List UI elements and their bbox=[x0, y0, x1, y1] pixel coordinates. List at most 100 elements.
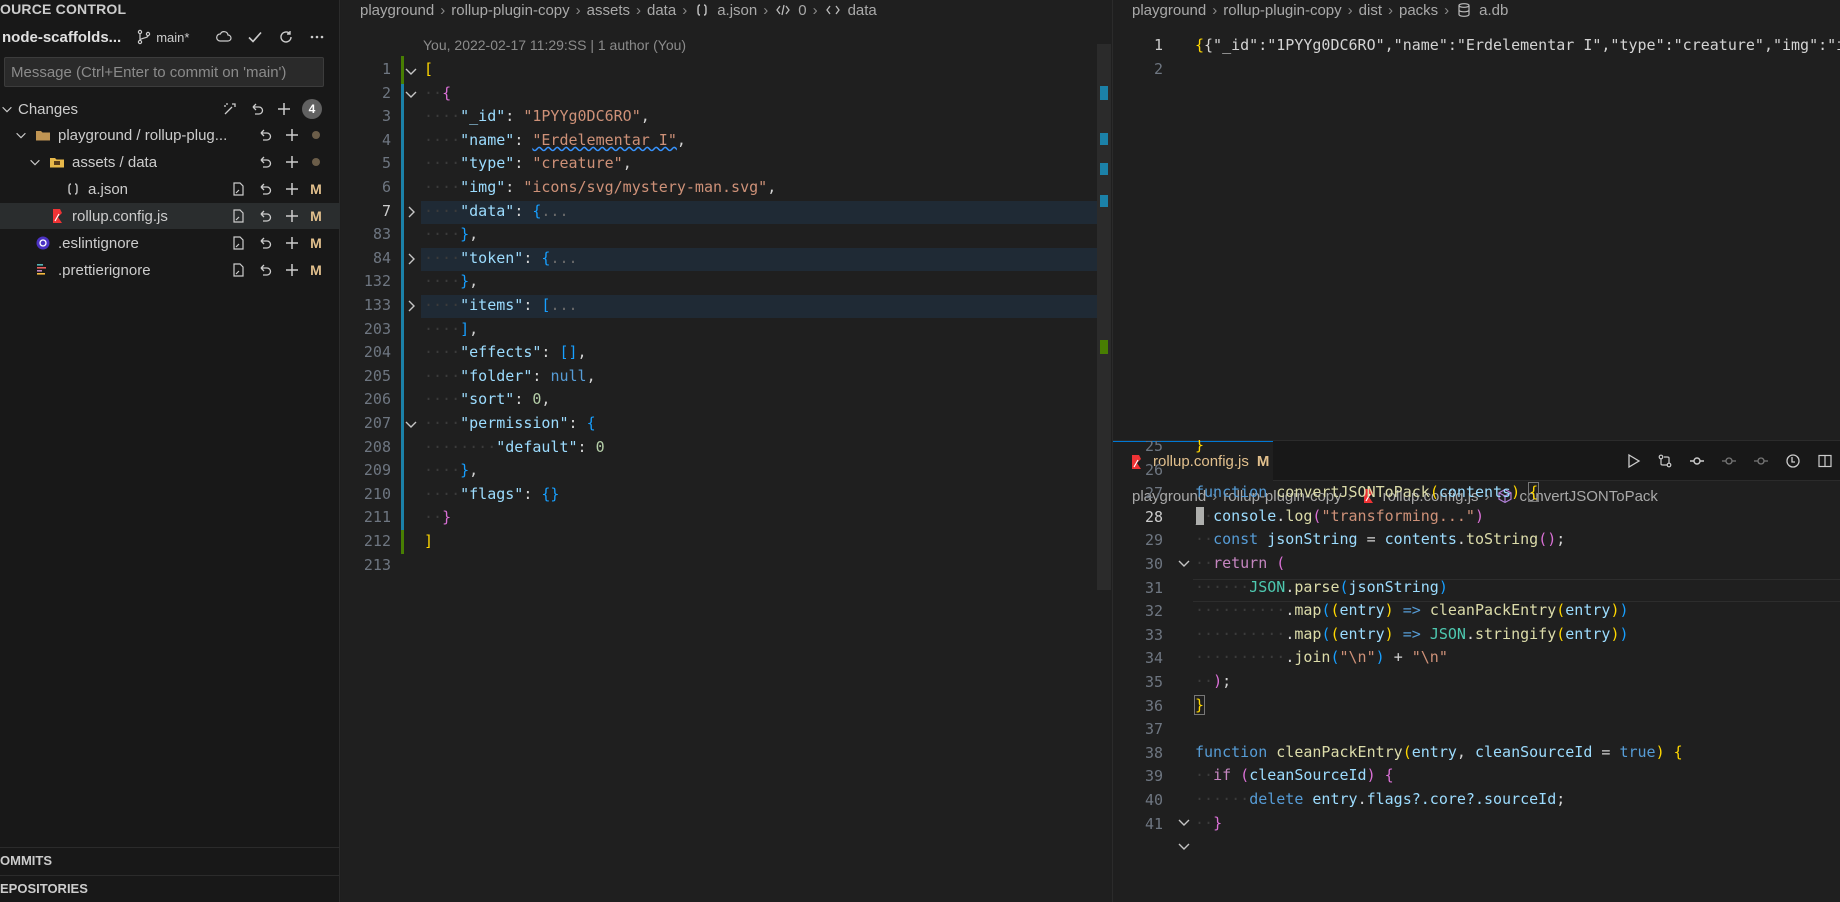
tree-folder-playground[interactable]: playground / rollup-plug... bbox=[0, 122, 340, 148]
timeline-icon[interactable] bbox=[1784, 452, 1802, 470]
line-number: 206 bbox=[363, 390, 391, 409]
folded-ellipsis[interactable]: ... bbox=[550, 249, 577, 267]
breadcrumb-item[interactable]: playground bbox=[360, 2, 434, 19]
breadcrumb-item[interactable]: packs bbox=[1399, 2, 1438, 19]
breadcrumb-item[interactable]: a.json bbox=[717, 2, 757, 19]
open-changes-icon[interactable] bbox=[1656, 452, 1674, 470]
commit-check-icon[interactable] bbox=[246, 28, 264, 46]
fold-chevron-down-icon[interactable] bbox=[1175, 554, 1193, 572]
tree-label: a.json bbox=[88, 180, 129, 198]
refresh-icon[interactable] bbox=[277, 28, 295, 46]
git-commit-icon[interactable] bbox=[1688, 452, 1706, 470]
breadcrumb-item[interactable]: 0 bbox=[798, 2, 806, 19]
line-number: 204 bbox=[363, 343, 391, 362]
next-change-icon[interactable] bbox=[1752, 452, 1770, 470]
breadcrumb-item[interactable]: rollup-plugin-copy bbox=[1223, 2, 1341, 19]
open-file-icon[interactable] bbox=[229, 180, 247, 198]
folded-ellipsis[interactable]: ... bbox=[541, 202, 568, 220]
branch-name: main* bbox=[156, 29, 190, 45]
discard-icon[interactable] bbox=[256, 234, 274, 252]
modified-status: M bbox=[310, 208, 322, 224]
code-line: ····"effects": [], bbox=[424, 343, 587, 362]
breadcrumb-item[interactable]: playground bbox=[1132, 2, 1206, 19]
line-number: 208 bbox=[363, 437, 391, 456]
open-changes-icon[interactable] bbox=[221, 100, 239, 118]
line-number: 213 bbox=[363, 555, 391, 574]
code-line: ····"permission": { bbox=[424, 414, 596, 432]
fold-chevron-down-icon[interactable] bbox=[402, 62, 420, 80]
breadcrumb-item[interactable]: a.db bbox=[1479, 2, 1508, 19]
line-number: 84 bbox=[372, 248, 391, 267]
discard-all-icon[interactable] bbox=[248, 100, 266, 118]
stage-icon[interactable] bbox=[283, 234, 301, 252]
tree-file-rollup-config[interactable]: rollup.config.js M bbox=[0, 203, 340, 229]
more-actions-icon[interactable] bbox=[308, 28, 326, 46]
git-blame-annotation[interactable]: You, 2022-02-17 11:29:SS | 1 author (You… bbox=[423, 37, 686, 53]
line-number: 1 bbox=[381, 60, 391, 78]
discard-icon[interactable] bbox=[256, 153, 274, 171]
split-editor-icon[interactable] bbox=[1816, 452, 1834, 470]
line-number: 132 bbox=[363, 272, 391, 291]
open-file-icon[interactable] bbox=[229, 261, 247, 279]
fold-chevron-right-icon[interactable] bbox=[402, 297, 420, 315]
line-number: 6 bbox=[381, 178, 391, 196]
modified-status: M bbox=[310, 181, 322, 197]
discard-icon[interactable] bbox=[256, 126, 274, 144]
repo-name[interactable]: node-scaffolds... bbox=[2, 29, 121, 46]
repositories-section-header[interactable]: EPOSITORIES bbox=[0, 875, 340, 901]
code-line: ········"default": 0 bbox=[424, 437, 605, 456]
breadcrumb-item[interactable]: assets bbox=[587, 2, 630, 19]
previous-change-icon[interactable] bbox=[1720, 452, 1738, 470]
branch-indicator[interactable]: main* bbox=[135, 28, 189, 46]
stage-icon[interactable] bbox=[283, 207, 301, 225]
editor-a-db[interactable]: playground › rollup-plugin-copy › dist › pa… bbox=[1113, 0, 1840, 440]
fold-chevron-down-icon[interactable] bbox=[402, 85, 420, 103]
tree-file-eslintignore[interactable]: .eslintignore M bbox=[0, 230, 340, 256]
stage-icon[interactable] bbox=[283, 261, 301, 279]
stage-icon[interactable] bbox=[283, 153, 301, 171]
tree-file-a-json[interactable]: a.json M bbox=[0, 176, 340, 202]
open-file-icon[interactable] bbox=[229, 234, 247, 252]
fold-chevron-down-icon[interactable] bbox=[1175, 813, 1193, 831]
open-file-icon[interactable] bbox=[229, 207, 247, 225]
fold-chevron-down-icon[interactable] bbox=[402, 415, 420, 433]
line-number: 83 bbox=[372, 225, 391, 244]
breadcrumb-item[interactable]: data bbox=[647, 2, 676, 19]
tree-file-prettierignore[interactable]: .prettierignore M bbox=[0, 257, 340, 283]
commits-section-header[interactable]: OMMITS bbox=[0, 847, 340, 873]
discard-icon[interactable] bbox=[256, 261, 274, 279]
stage-all-icon[interactable] bbox=[275, 100, 293, 118]
discard-icon[interactable] bbox=[256, 207, 274, 225]
cloud-sync-icon[interactable] bbox=[215, 28, 233, 46]
modified-status: M bbox=[310, 262, 322, 278]
fold-chevron-right-icon[interactable] bbox=[402, 250, 420, 268]
folder-icon bbox=[34, 126, 52, 144]
code-line: ····}, bbox=[424, 461, 479, 480]
breadcrumb: playground › rollup-plugin-copy › assets › … bbox=[360, 1, 877, 19]
function-name: convertJSONToPack bbox=[1276, 500, 1430, 501]
discard-icon[interactable] bbox=[256, 180, 274, 198]
fold-chevron-right-icon[interactable] bbox=[402, 203, 420, 221]
changes-header[interactable]: Changes 4 bbox=[0, 96, 340, 122]
breadcrumb-item[interactable]: rollup-plugin-copy bbox=[451, 2, 569, 19]
code-line: ····"_id": "1PYYg0DC6RO", bbox=[424, 107, 650, 126]
fold-chevron-down-icon[interactable] bbox=[1175, 837, 1193, 855]
editor-a-json[interactable]: playground › rollup-plugin-copy › assets › … bbox=[341, 0, 1113, 902]
line-number: 26 bbox=[1144, 460, 1163, 479]
repo-row[interactable]: node-scaffolds... main* bbox=[0, 24, 340, 50]
overview-ruler[interactable] bbox=[1097, 44, 1111, 590]
rollup-code-area[interactable]: } function convertJSONToPack(contents) { bbox=[1113, 500, 1840, 902]
stage-icon[interactable] bbox=[283, 126, 301, 144]
json-key: "default" bbox=[496, 437, 578, 456]
breadcrumb-item[interactable]: dist bbox=[1359, 2, 1382, 19]
code-line: ··} bbox=[424, 508, 452, 527]
line-number: 1 bbox=[1153, 36, 1163, 54]
code-line: ····}, bbox=[424, 225, 479, 244]
json-key: "folder" bbox=[460, 366, 533, 385]
folded-ellipsis[interactable]: ... bbox=[550, 296, 577, 314]
stage-icon[interactable] bbox=[283, 180, 301, 198]
run-icon[interactable] bbox=[1624, 452, 1642, 470]
tree-folder-assets-data[interactable]: assets / data bbox=[0, 149, 340, 175]
breadcrumb-item[interactable]: data bbox=[848, 2, 877, 19]
commit-message-input[interactable] bbox=[4, 57, 324, 87]
